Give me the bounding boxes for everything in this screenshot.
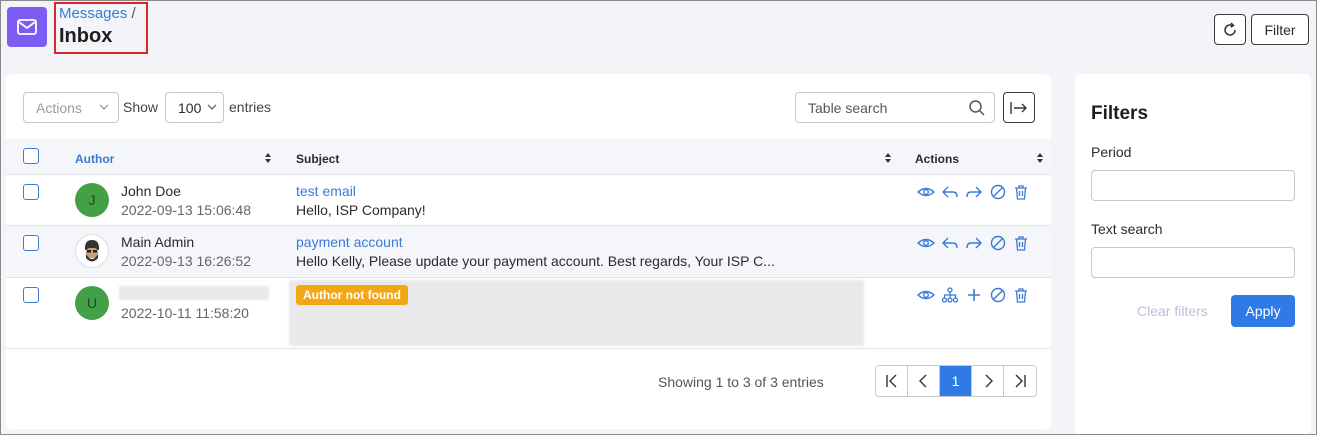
eye-icon[interactable]	[917, 235, 935, 251]
reply-icon[interactable]	[941, 235, 959, 251]
row-actions	[917, 287, 1029, 303]
entries-label: entries	[229, 99, 272, 115]
text-search-input[interactable]	[1091, 247, 1295, 278]
admin-avatar-icon	[78, 237, 106, 265]
block-icon[interactable]	[989, 184, 1007, 200]
breadcrumb: Messages /	[59, 5, 136, 22]
message-date: 2022-09-13 15:06:48	[121, 202, 251, 218]
first-page-button[interactable]	[876, 366, 908, 396]
table-row[interactable]: U 2022-10-11 11:58:20 Author not found	[6, 278, 1051, 349]
messages-app-icon	[7, 7, 47, 47]
chevron-down-icon	[99, 104, 109, 110]
apply-button[interactable]: Apply	[1231, 295, 1295, 327]
pagination-info: Showing 1 to 3 of 3 entries	[658, 374, 824, 390]
pagination: 1	[875, 365, 1037, 397]
show-label: Show	[123, 99, 159, 115]
breadcrumb-messages-link[interactable]: Messages	[59, 5, 127, 22]
table-row[interactable]: J John Doe 2022-09-13 15:06:48 test emai…	[6, 175, 1051, 226]
chevron-left-icon	[918, 374, 926, 388]
avatar: U	[75, 286, 109, 320]
entries-value: 100	[178, 99, 202, 116]
subject-link[interactable]: payment account	[296, 234, 403, 250]
plus-icon[interactable]	[965, 287, 983, 303]
forward-icon[interactable]	[965, 184, 983, 200]
author-not-found-badge: Author not found	[296, 285, 408, 305]
search-placeholder: Table search	[808, 99, 888, 116]
last-page-button[interactable]	[1004, 366, 1036, 396]
table-header: Author Subject Actions	[6, 139, 1051, 175]
redacted-author	[119, 286, 269, 300]
row-checkbox[interactable]	[23, 184, 39, 200]
hierarchy-icon[interactable]	[941, 287, 959, 303]
trash-icon[interactable]	[1013, 235, 1029, 251]
sort-icon	[885, 153, 891, 163]
author-name: John Doe	[121, 183, 181, 199]
page-button-current[interactable]: 1	[940, 366, 972, 396]
first-page-icon	[885, 374, 896, 388]
row-actions	[917, 235, 1029, 251]
search-icon	[969, 100, 985, 116]
subject-link[interactable]: test email	[296, 183, 356, 199]
forward-icon[interactable]	[965, 235, 983, 251]
refresh-icon	[1224, 21, 1236, 36]
author-name: Main Admin	[121, 234, 195, 250]
avatar: J	[75, 183, 109, 217]
chevron-down-icon	[207, 104, 217, 110]
message-date: 2022-10-11 11:58:20	[121, 305, 249, 321]
period-label: Period	[1091, 144, 1132, 160]
entries-per-page-select[interactable]: 100	[165, 92, 224, 123]
message-preview: Hello, ISP Company!	[296, 202, 426, 218]
bulk-actions-select[interactable]: Actions	[23, 92, 119, 123]
row-checkbox[interactable]	[23, 287, 39, 303]
filters-title: Filters	[1091, 103, 1149, 124]
eye-icon[interactable]	[917, 287, 935, 303]
last-page-icon	[1015, 374, 1026, 388]
eye-icon[interactable]	[917, 184, 935, 200]
prev-page-button[interactable]	[908, 366, 940, 396]
message-preview: Hello Kelly, Please update your payment …	[296, 253, 775, 269]
reply-icon[interactable]	[941, 184, 959, 200]
clear-filters-button[interactable]: Clear filters	[1137, 303, 1208, 319]
export-arrow-icon	[1010, 101, 1027, 114]
sort-icon	[265, 153, 271, 163]
table-row[interactable]: Main Admin 2022-09-13 16:26:52 payment a…	[6, 226, 1051, 278]
filter-button[interactable]: Filter	[1251, 14, 1309, 45]
sort-icon	[1037, 153, 1043, 163]
next-page-button[interactable]	[972, 366, 1004, 396]
page-title: Inbox	[59, 25, 113, 47]
column-author[interactable]: Author	[75, 152, 114, 166]
column-actions: Actions	[915, 152, 960, 166]
actions-placeholder: Actions	[36, 99, 82, 116]
block-icon[interactable]	[989, 287, 1007, 303]
trash-icon[interactable]	[1013, 184, 1029, 200]
row-checkbox[interactable]	[23, 235, 39, 251]
breadcrumb-separator: /	[131, 5, 136, 22]
refresh-button[interactable]	[1214, 14, 1246, 45]
chevron-right-icon	[985, 374, 993, 388]
envelope-icon	[17, 19, 37, 35]
column-subject[interactable]: Subject	[296, 152, 339, 166]
table-search-input[interactable]: Table search	[795, 92, 995, 123]
block-icon[interactable]	[989, 235, 1007, 251]
trash-icon[interactable]	[1013, 287, 1029, 303]
row-actions	[917, 184, 1029, 200]
text-search-label: Text search	[1091, 221, 1163, 237]
export-button[interactable]	[1003, 92, 1035, 123]
message-date: 2022-09-13 16:26:52	[121, 253, 251, 269]
avatar	[75, 234, 109, 268]
select-all-checkbox[interactable]	[23, 148, 39, 164]
period-input[interactable]	[1091, 170, 1295, 201]
